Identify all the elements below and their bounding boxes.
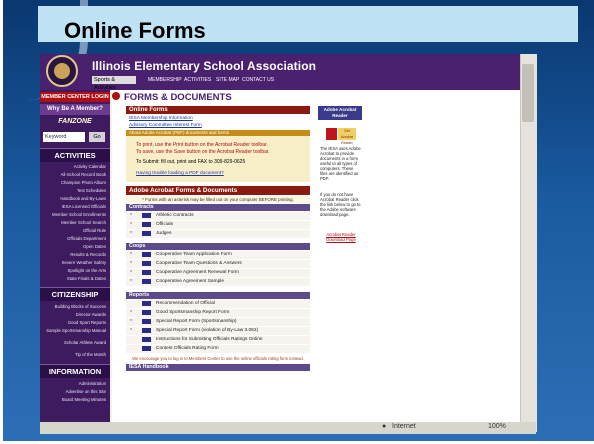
- slide-frame: [0, 0, 594, 444]
